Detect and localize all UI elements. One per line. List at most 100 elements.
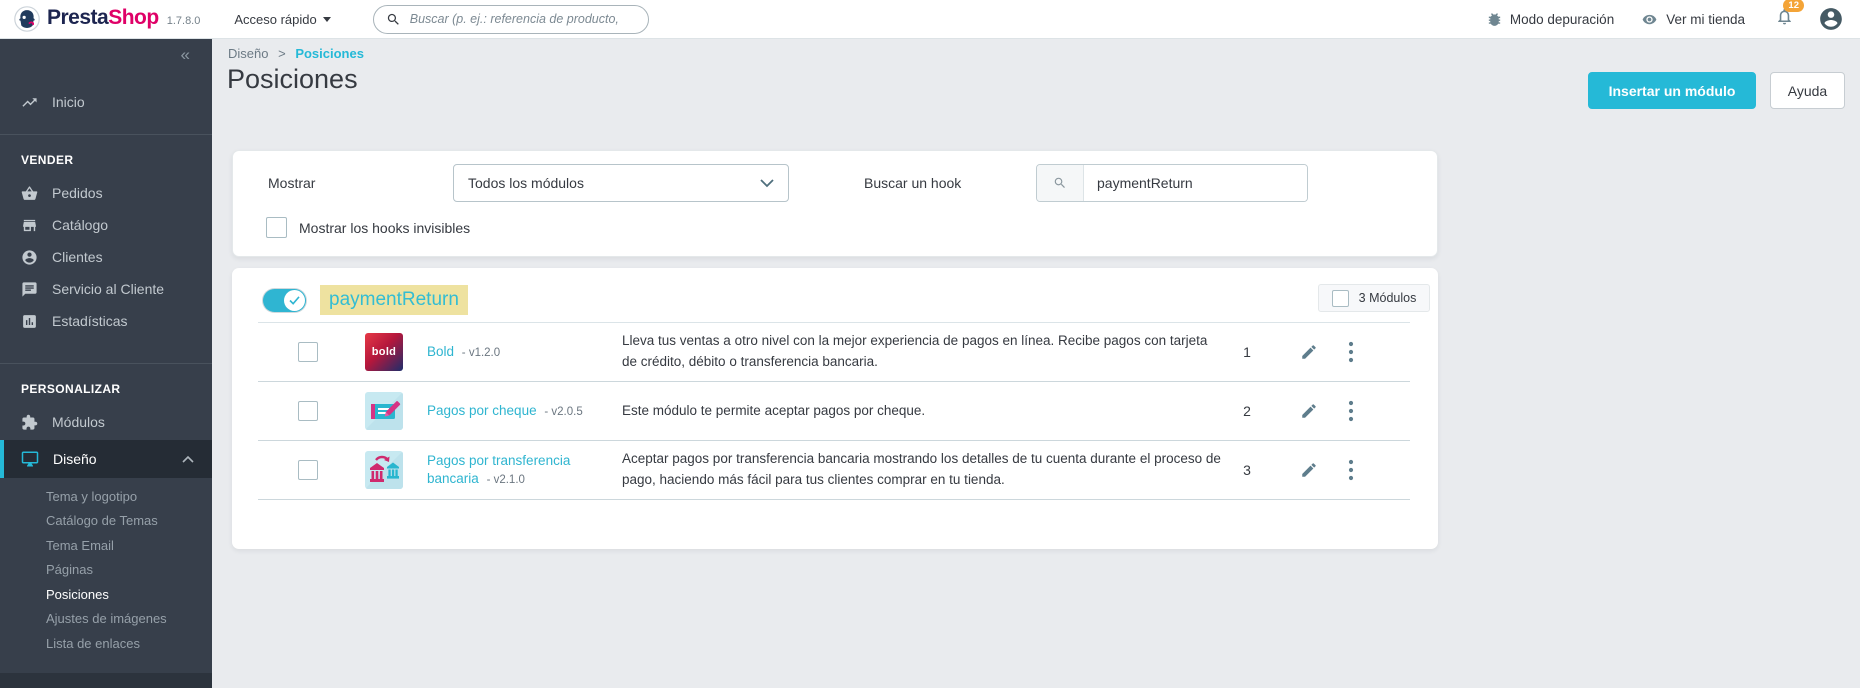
submenu-item-lista-de-enlaces[interactable]: Lista de enlaces [0, 631, 212, 656]
sidebar-section-personalizar: PERSONALIZAR [21, 382, 121, 396]
pencil-icon [1302, 345, 1316, 359]
submenu-item-tema-email[interactable]: Tema Email [0, 533, 212, 558]
chevron-down-icon [760, 178, 774, 187]
module-version: - v2.0.5 [544, 406, 583, 419]
design-submenu: Tema y logotipo Catálogo de Temas Tema E… [0, 478, 212, 660]
module-row-checkbox[interactable] [298, 401, 318, 421]
sidebar-item-estadisticas[interactable]: Estadísticas [0, 305, 212, 337]
hook-search-input[interactable] [1084, 165, 1307, 201]
module-description: Lleva tus ventas a otro nivel con la mej… [622, 333, 1208, 369]
show-invisible-hooks-option: Mostrar los hooks invisibles [266, 217, 470, 238]
caret-down-icon [322, 16, 331, 22]
show-invisible-hooks-checkbox[interactable] [266, 217, 287, 238]
edit-module-button[interactable] [1300, 343, 1318, 361]
kebab-menu-icon [1348, 459, 1354, 481]
module-rows: bold Bold - v1.2.0 Lleva tus ventas a ot… [258, 322, 1410, 500]
hook-search-submit[interactable] [1037, 165, 1084, 201]
page-title: Posiciones [227, 64, 358, 94]
module-position: 2 [1243, 403, 1251, 419]
sidebar-bottom-strip [0, 673, 212, 688]
module-row-checkbox[interactable] [298, 342, 318, 362]
module-name-link[interactable]: Pagos por cheque [427, 403, 537, 418]
basket-icon [21, 185, 38, 200]
sidebar-section-vender: VENDER [21, 153, 74, 167]
select-all-modules-checkbox[interactable] [1331, 289, 1349, 307]
module-version: - v1.2.0 [461, 347, 501, 360]
modules-select[interactable]: Todos los módulos [453, 164, 789, 202]
sidebar-item-catalogo[interactable]: Catálogo [0, 209, 212, 241]
module-logo-cheque [365, 392, 403, 430]
edit-module-button[interactable] [1300, 461, 1318, 479]
search-icon [1054, 177, 1065, 188]
sidebar-item-diseno[interactable]: Diseño [0, 440, 212, 478]
eye-icon [1642, 14, 1657, 24]
notification-count-badge: 12 [1783, 0, 1804, 12]
module-description: Aceptar pagos por transferencia bancaria… [622, 451, 1221, 487]
kebab-menu-icon [1348, 341, 1354, 363]
breadcrumb-current[interactable]: Posiciones [295, 46, 364, 61]
submenu-item-tema-y-logotipo[interactable]: Tema y logotipo [0, 484, 212, 509]
submenu-item-ajustes-de-imagenes[interactable]: Ajustes de imágenes [0, 607, 212, 632]
user-avatar[interactable] [1818, 6, 1844, 32]
module-name-cell: Bold - v1.2.0 [427, 343, 605, 361]
store-icon [23, 219, 36, 231]
hook-results-panel: paymentReturn 3 Módulos bold Bold - v1.2… [232, 268, 1438, 549]
quick-access-dropdown[interactable]: Acceso rápido [234, 12, 331, 27]
submenu-item-paginas[interactable]: Páginas [0, 558, 212, 583]
sidebar-item-pedidos[interactable]: Pedidos [0, 177, 212, 209]
bug-icon [1488, 12, 1501, 26]
topbar-right-tools: Modo depuración Ver mi tienda 12 [1460, 0, 1844, 32]
module-name-link[interactable]: Bold [427, 344, 454, 359]
sidebar-item-inicio[interactable]: Inicio [0, 86, 212, 118]
help-button[interactable]: Ayuda [1770, 72, 1845, 109]
hook-search-field [1036, 164, 1308, 202]
toggle-knob [284, 289, 305, 311]
view-shop-button[interactable]: Ver mi tienda [1640, 12, 1745, 27]
hook-header: paymentReturn [263, 285, 468, 315]
sidebar-item-modulos[interactable]: Módulos [0, 406, 212, 438]
breadcrumb-parent[interactable]: Diseño [228, 46, 268, 61]
module-logo-wire-transfer [365, 451, 403, 489]
modules-count-badge: 3 Módulos [1318, 284, 1430, 312]
module-logo: bold [365, 333, 403, 371]
module-logo [365, 451, 403, 489]
module-name-cell: Pagos por transferencia bancaria - v2.1.… [427, 452, 605, 487]
module-position: 1 [1243, 344, 1251, 360]
global-search [372, 4, 649, 34]
kebab-menu-icon [1348, 400, 1354, 422]
module-row: bold Bold - v1.2.0 Lleva tus ventas a ot… [258, 323, 1410, 382]
breadcrumb: Diseño > Posiciones [228, 46, 364, 61]
pencil-icon [1302, 404, 1316, 418]
sidebar-item-clientes[interactable]: Clientes [0, 241, 212, 273]
monitor-icon [21, 451, 39, 467]
sidebar-item-servicio-al-cliente[interactable]: Servicio al Cliente [0, 273, 212, 305]
submenu-item-catalogo-de-temas[interactable]: Catálogo de Temas [0, 509, 212, 534]
prestashop-admin-screen: PrestaShop 1.7.8.0 Acceso rápido Modo de… [0, 0, 1860, 688]
chat-icon [22, 281, 37, 297]
edit-module-button[interactable] [1300, 402, 1318, 420]
trending-up-icon [22, 97, 37, 107]
insert-module-button[interactable]: Insertar un módulo [1588, 72, 1756, 109]
submenu-item-posiciones[interactable]: Posiciones [0, 582, 212, 607]
module-actions-menu-button[interactable] [1348, 400, 1354, 422]
module-row-checkbox[interactable] [298, 460, 318, 480]
module-row: Pagos por cheque - v2.0.5 Este módulo te… [258, 382, 1410, 441]
hook-enabled-toggle[interactable] [263, 288, 306, 312]
person-icon [1820, 8, 1842, 30]
module-actions-menu-button[interactable] [1348, 341, 1354, 363]
prestashop-logo[interactable]: Presta Shop 1.7.8.0 [14, 6, 200, 32]
notifications-button[interactable]: 12 [1775, 0, 1804, 31]
module-logo [365, 392, 403, 430]
check-icon [289, 295, 300, 305]
hook-name: paymentReturn [320, 285, 468, 315]
module-actions-menu-button[interactable] [1348, 459, 1354, 481]
prestashop-logo-icon [14, 6, 40, 32]
module-row: Pagos por transferencia bancaria - v2.1.… [258, 441, 1410, 500]
global-search-input[interactable] [407, 11, 636, 27]
version-label: 1.7.8.0 [166, 15, 201, 27]
sidebar-collapse-button[interactable]: « [0, 38, 212, 72]
search-hook-label: Buscar un hook [864, 175, 962, 191]
module-position: 3 [1243, 462, 1251, 478]
show-invisible-hooks-label: Mostrar los hooks invisibles [299, 219, 471, 236]
debug-mode-button[interactable]: Modo depuración [1486, 11, 1614, 28]
